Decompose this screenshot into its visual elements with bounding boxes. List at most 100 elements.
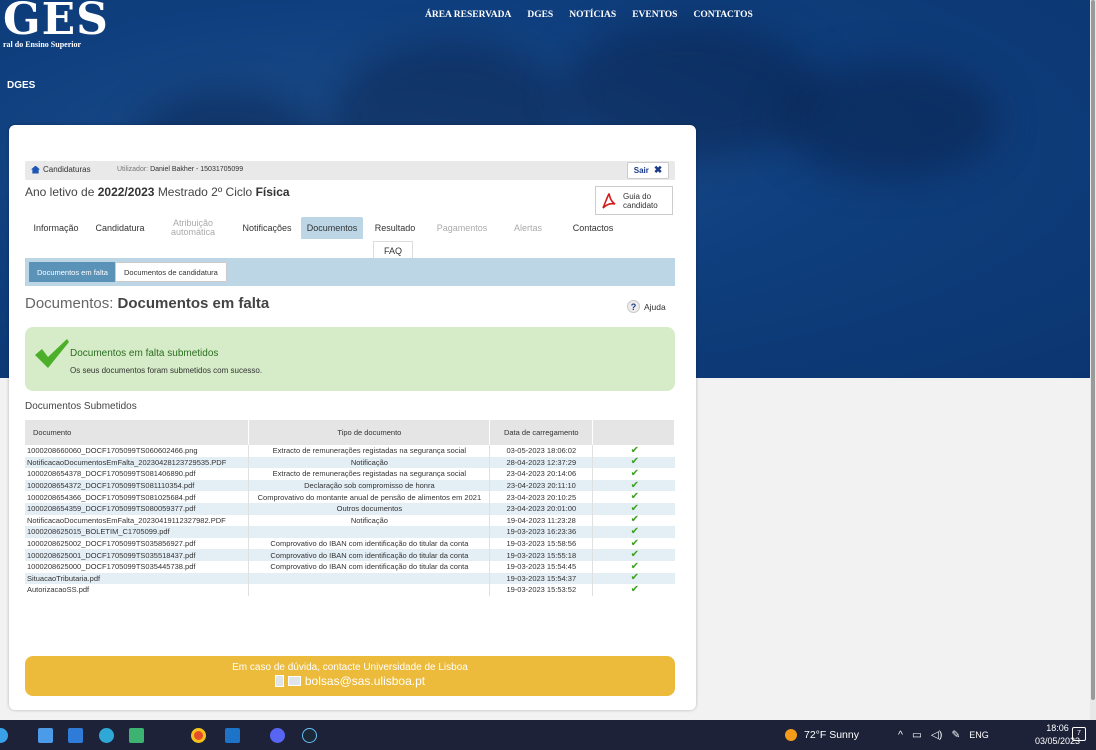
doc-filename[interactable]: AutorizacaoSS.pdf [25,584,250,596]
doc-type: Comprovativo do IBAN com identificação d… [248,560,491,573]
doc-filename[interactable]: 1000208625002_DOCF1705099TS035856927.pdf [25,537,250,550]
table-row: 1000208625015_BOLETIM_C1705099.pdf 19-03-… [25,526,675,538]
check-icon: ✔ [630,514,640,526]
tab-atribuicao-automatica[interactable]: Atribuição automática [153,217,233,239]
table-row: 1000208625002_DOCF1705099TS035856927.pdf… [25,537,675,550]
tab-atribuicao-line2: automática [170,227,216,237]
doc-type: Comprovativo do IBAN com identificação d… [248,537,491,550]
help-link[interactable]: ? Ajuda [627,300,666,313]
sun-icon [785,729,797,741]
candidate-guide-button[interactable]: Guia do candidato [595,186,673,215]
check-icon: ✔ [592,456,675,469]
close-icon: ✖ [653,165,663,176]
doc-type [248,584,491,596]
doc-filename[interactable]: 1000208660060_DOCF1705099TS060602466.png [25,445,250,457]
doc-filename[interactable]: NotificacaoDocumentosEmFalta_20230419112… [25,514,250,527]
nav-contactos[interactable]: CONTACTOS [693,10,752,20]
taskbar: 72°F Sunny ^ ▭ ◁) ✎ ENG 18:06 03/05/2023… [0,720,1096,750]
chevron-up-icon[interactable]: ^ [898,729,903,741]
doc-upload-date: 19-03-2023 15:54:37 [489,572,594,585]
discord-icon[interactable] [270,728,285,743]
submitted-documents-table: Documento Tipo de documento Data de carr… [25,420,675,596]
year-prefix: Ano letivo de [25,185,95,199]
doc-type [248,572,491,585]
system-tray: ^ ▭ ◁) ✎ ENG [898,720,989,750]
check-icon: ✔ [630,584,640,595]
doc-type: Declaração sob compromisso de honra [248,479,491,492]
tab-contactos[interactable]: Contactos [559,217,627,239]
table-row: NotificacaoDocumentosEmFalta_20230428123… [25,456,675,469]
phone-icon [274,675,284,687]
doc-filename[interactable]: 1000208654366_DOCF1705099TS081025684.pdf [25,491,250,503]
user-prefix: Utilizador: [117,166,149,173]
doc-filename[interactable]: NotificacaoDocumentosEmFalta_20230428123… [25,456,250,469]
col-tipo: Tipo de documento [248,420,491,445]
vertical-scrollbar[interactable] [1090,0,1096,720]
doc-filename[interactable]: 1000208625000_DOCF1705099TS035445738.pdf [25,560,250,573]
success-message: Documentos em falta submetidos Os seus d… [25,327,675,391]
check-icon: ✔ [592,526,675,538]
tab-pagamentos[interactable]: Pagamentos [427,217,497,239]
mail-icon [287,676,301,686]
subtab-documentos-em-falta[interactable]: Documentos em falta [29,262,116,282]
nav-noticias[interactable]: NOTÍCIAS [569,10,616,20]
chrome-icon[interactable] [191,728,206,743]
main-tabs: Informação Candidatura Atribuição automát… [25,217,627,261]
submitted-heading: Documentos Submetidos [25,401,137,412]
contact-email[interactable]: bolsas@sas.ulisboa.pt [305,674,425,688]
tab-candidatura[interactable]: Candidatura [87,217,153,239]
tab-notificacoes[interactable]: Notificações [233,217,301,239]
notification-center-icon[interactable]: 7 [1072,727,1086,741]
outlook-icon[interactable] [225,728,240,743]
section-title-text: Documentos em falta [117,295,270,312]
nav-area-reservada[interactable]: ÁREA RESERVADA [425,10,511,20]
check-icon: ✔ [592,479,675,492]
tab-resultado[interactable]: Resultado [363,217,427,239]
doc-type: Comprovativo do IBAN com identificação d… [248,549,491,561]
logout-button[interactable]: Sair ✖ [627,162,669,179]
guide-label-line1: Guia do [623,191,652,201]
tab-documentos[interactable]: Documentos [301,217,363,239]
doc-filename[interactable]: 1000208625001_DOCF1705099TS035518437.pdf [25,549,250,561]
store-icon[interactable] [68,728,83,743]
doc-filename[interactable]: 1000208625015_BOLETIM_C1705099.pdf [25,526,250,538]
nav-dges[interactable]: DGES [527,10,553,20]
checkmark-icon [35,339,69,368]
tab-alertas[interactable]: Alertas [497,217,559,239]
steam-icon[interactable] [302,728,317,743]
breadcrumb-home[interactable]: Candidaturas [31,165,91,174]
site-logo[interactable]: GES [3,0,109,42]
success-title: Documentos em falta submetidos [70,348,219,359]
check-icon: ✔ [630,491,640,503]
pen-icon[interactable]: ✎ [951,729,960,741]
table-row: 1000208654378_DOCF1705099TS081406890.pdf… [25,468,675,480]
doc-type: Outros documentos [248,502,491,515]
home-icon [31,165,40,174]
doc-filename[interactable]: 1000208654359_DOCF1705099TS080059377.pdf [25,502,250,515]
file-explorer-icon[interactable] [38,728,53,743]
app-icon[interactable] [129,728,144,743]
check-icon: ✔ [592,502,675,515]
weather-widget[interactable]: 72°F Sunny [785,720,859,750]
scrollbar-thumb[interactable] [1091,0,1095,700]
guide-label-line2: candidato [623,200,658,210]
doc-upload-date: 23-04-2023 20:10:25 [489,491,594,503]
section-title-prefix: Documentos: [25,295,114,312]
doc-filename[interactable]: SituacaoTributaria.pdf [25,572,250,585]
check-icon: ✔ [592,572,675,585]
volume-icon[interactable]: ◁) [931,729,943,741]
edge-icon[interactable] [99,728,114,743]
doc-type [248,526,491,538]
doc-upload-date: 19-03-2023 16:23:36 [489,526,594,538]
network-icon[interactable]: ▭ [912,729,922,741]
doc-filename[interactable]: 1000208654378_DOCF1705099TS081406890.pdf [25,468,250,480]
tab-informacao[interactable]: Informação [25,217,87,239]
document-subtabs: Documentos em falta Documentos de candid… [25,258,675,286]
doc-filename[interactable]: 1000208654372_DOCF1705099TS081110354.pdf [25,479,250,492]
language-indicator[interactable]: ENG [969,730,989,740]
start-icon[interactable] [0,728,8,743]
course-name: Física [255,185,290,199]
subtab-documentos-de-candidatura[interactable]: Documentos de candidatura [115,262,227,282]
table-row: NotificacaoDocumentosEmFalta_20230419112… [25,514,675,527]
nav-eventos[interactable]: EVENTOS [632,10,677,20]
